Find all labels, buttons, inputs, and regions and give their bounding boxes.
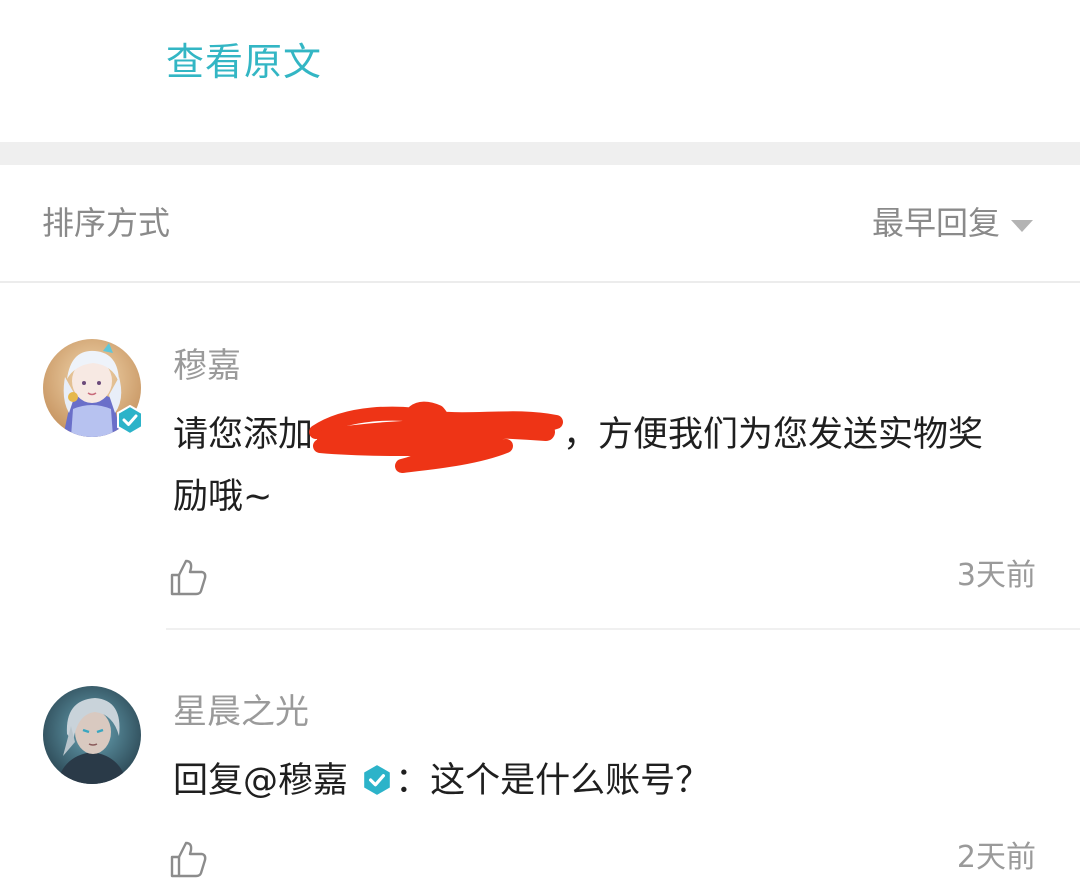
verified-icon [364, 765, 390, 795]
avatar[interactable] [43, 339, 143, 437]
section-separator [0, 142, 1080, 165]
sort-label: 排序方式 [42, 204, 171, 242]
view-original-link[interactable]: 查看原文 [166, 36, 322, 88]
comment-text-prefix: 请您添加 [173, 415, 314, 455]
avatar-image [43, 686, 141, 784]
sort-dropdown[interactable]: 最早回复 [872, 201, 1000, 245]
verified-icon [117, 405, 143, 435]
comment-text-line2: 励哦~ [173, 477, 273, 517]
like-icon[interactable] [168, 839, 208, 879]
sort-bar: 排序方式 最早回复 [0, 165, 1080, 283]
comment-time: 3天前 [956, 558, 1036, 593]
avatar[interactable] [43, 686, 141, 784]
redaction-scribble [309, 401, 563, 473]
comment-text-suffix: ，方便我们为您发送实物奖 [563, 415, 984, 455]
comment-author[interactable]: 星晨之光 [173, 689, 309, 735]
comment-divider [166, 628, 1080, 630]
reply-text: ：这个是什么账号？ [395, 761, 711, 801]
reply-prefix[interactable]: 回复@穆嘉 [173, 761, 348, 801]
chevron-down-icon[interactable] [1011, 220, 1033, 232]
comment-time: 2天前 [956, 840, 1036, 875]
comment-text: 请您添加 ，方便我们为您发送实物奖 励哦~ [173, 404, 1043, 528]
comment-text: 回复@穆嘉 ：这个是什么账号？ [173, 750, 1043, 812]
like-icon[interactable] [168, 557, 208, 597]
comment-author[interactable]: 穆嘉 [173, 343, 241, 389]
